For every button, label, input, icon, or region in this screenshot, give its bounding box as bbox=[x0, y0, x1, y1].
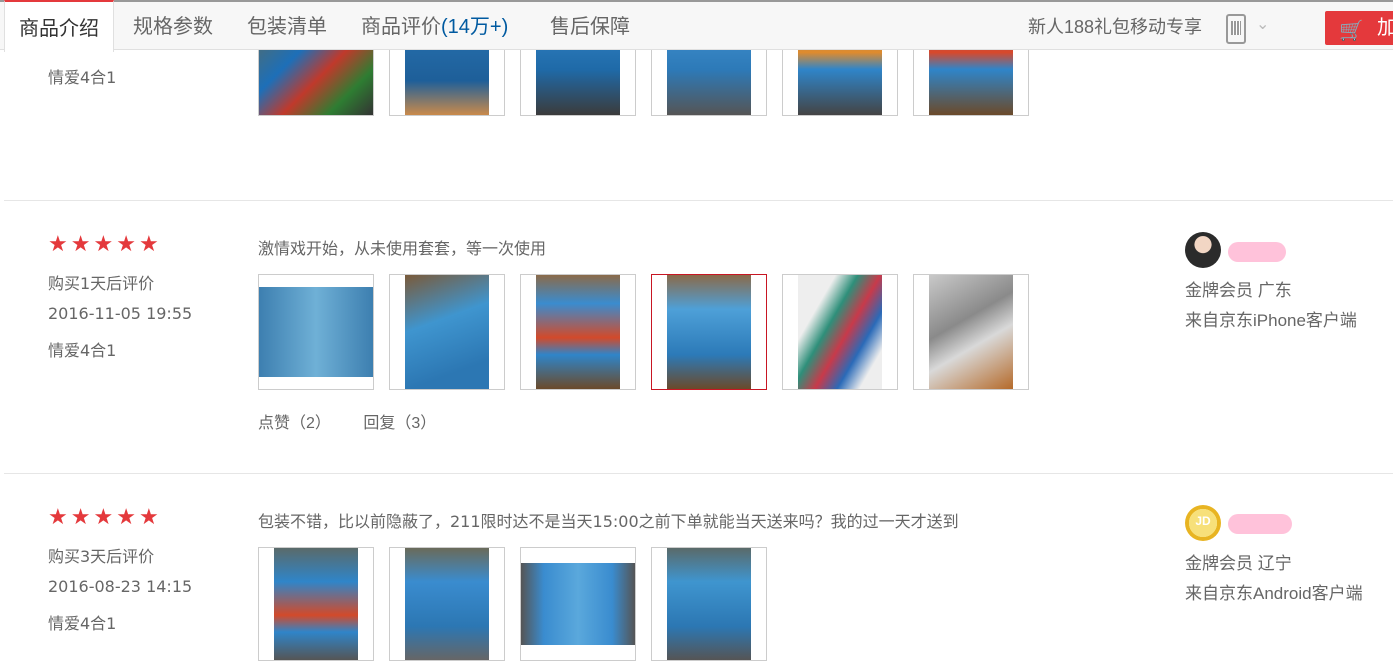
add-to-cart-label: 加 bbox=[1377, 17, 1393, 39]
tab-package-list[interactable]: 包装清单 bbox=[247, 0, 327, 52]
mobile-promo-text[interactable]: 新人188礼包移动专享 bbox=[1028, 2, 1202, 50]
review-divider bbox=[4, 200, 1393, 201]
tab-reviews[interactable]: 商品评价(14万+) bbox=[361, 0, 508, 52]
tab-label: 包装清单 bbox=[247, 16, 327, 38]
review-photo[interactable] bbox=[782, 274, 898, 390]
review-photo[interactable] bbox=[520, 547, 636, 661]
star-icon: ★ bbox=[70, 504, 91, 529]
review-actions: 点赞（2） 回复（3） bbox=[258, 409, 464, 433]
client-source: 来自京东iPhone客户端 bbox=[1185, 311, 1357, 330]
add-to-cart-button[interactable]: 🛒 加 bbox=[1325, 11, 1393, 45]
product-tab-bar: 商品介绍 规格参数 包装清单 商品评价(14万+) 售后保障 新人188礼包移动… bbox=[0, 0, 1393, 52]
review-date: 2016-08-23 14:15 bbox=[48, 577, 193, 596]
review-variant: 情爱4合1 bbox=[48, 614, 117, 633]
review-divider bbox=[4, 473, 1393, 474]
rating-stars: ★ ★ ★ ★ ★ bbox=[48, 506, 162, 528]
avatar-text: JD bbox=[1195, 514, 1211, 528]
review-photo[interactable] bbox=[389, 547, 505, 661]
review-content: 激情戏开始，从未使用套套，等一次使用 bbox=[258, 239, 547, 258]
star-icon: ★ bbox=[116, 504, 136, 529]
star-icon: ★ bbox=[48, 231, 68, 256]
tab-label: 规格参数 bbox=[133, 16, 213, 38]
star-icon: ★ bbox=[138, 504, 159, 529]
member-level-region: 金牌会员 广东 bbox=[1185, 281, 1292, 300]
tab-product-intro[interactable]: 商品介绍 bbox=[4, 0, 114, 52]
like-button[interactable]: 点赞（2） bbox=[258, 415, 331, 432]
star-icon: ★ bbox=[93, 231, 114, 256]
tab-after-sales[interactable]: 售后保障 bbox=[550, 0, 630, 52]
review-variant: 情爱4合1 bbox=[48, 341, 117, 360]
review-photo[interactable] bbox=[520, 274, 636, 390]
member-level-region: 金牌会员 辽宁 bbox=[1185, 554, 1292, 573]
reply-button[interactable]: 回复（3） bbox=[363, 415, 436, 432]
review-count: (14万+) bbox=[441, 16, 509, 38]
review-photo[interactable] bbox=[651, 274, 767, 390]
username-masked bbox=[1228, 242, 1286, 262]
rating-stars: ★ ★ ★ ★ ★ bbox=[48, 233, 162, 255]
star-icon: ★ bbox=[70, 231, 91, 256]
review-photo[interactable] bbox=[258, 274, 374, 390]
review-after-purchase: 购买1天后评价 bbox=[48, 274, 155, 293]
chevron-down-icon[interactable]: ⌄ bbox=[1256, 14, 1269, 34]
review-variant: 情爱4合1 bbox=[48, 68, 117, 87]
client-source: 来自京东Android客户端 bbox=[1185, 584, 1363, 603]
star-icon: ★ bbox=[93, 504, 114, 529]
review-after-purchase: 购买3天后评价 bbox=[48, 547, 155, 566]
star-icon: ★ bbox=[48, 504, 68, 529]
review-photo[interactable] bbox=[258, 547, 374, 661]
user-avatar[interactable] bbox=[1185, 232, 1221, 268]
tab-label: 商品评价 bbox=[361, 16, 441, 38]
review-date: 2016-11-05 19:55 bbox=[48, 304, 193, 323]
tab-label: 商品介绍 bbox=[19, 18, 99, 40]
review-photo[interactable] bbox=[389, 274, 505, 390]
tab-label: 售后保障 bbox=[550, 16, 630, 38]
user-avatar[interactable]: JD bbox=[1185, 505, 1221, 541]
tab-specs[interactable]: 规格参数 bbox=[133, 0, 213, 52]
review-content: 包装不错，比以前隐蔽了，211限时达不是当天15:00之前下单就能当天送来吗？我… bbox=[258, 512, 959, 531]
cart-icon: 🛒 bbox=[1339, 20, 1364, 42]
review-photo[interactable] bbox=[651, 547, 767, 661]
qr-code-icon[interactable] bbox=[1226, 14, 1246, 44]
star-icon: ★ bbox=[138, 231, 159, 256]
review-photo[interactable] bbox=[913, 274, 1029, 390]
username-masked bbox=[1228, 514, 1292, 534]
star-icon: ★ bbox=[116, 231, 136, 256]
